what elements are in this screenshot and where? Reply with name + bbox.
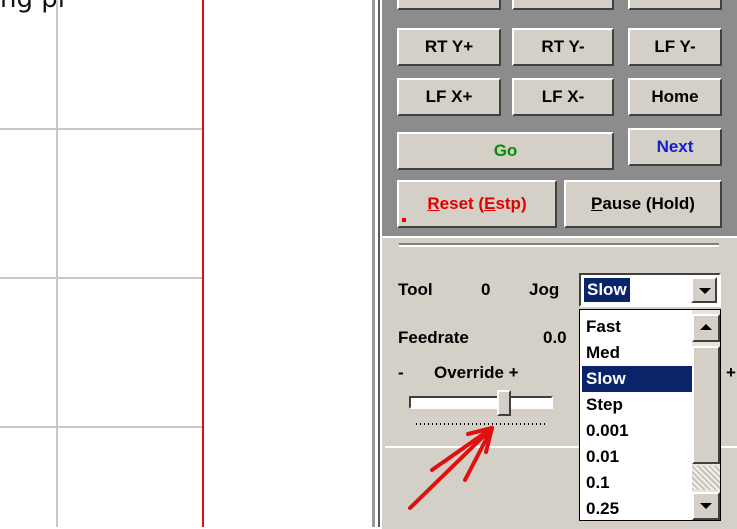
tool-number: 0: [481, 280, 491, 299]
cutoff-button-3[interactable]: [628, 0, 722, 10]
lf-y-minus-button[interactable]: LF Y-: [628, 28, 722, 66]
reset-indicator-dot: [402, 218, 406, 222]
pause-hold-button[interactable]: Pause (Hold): [564, 180, 722, 228]
go-button[interactable]: Go: [397, 132, 614, 170]
dropdown-option-selected[interactable]: Slow: [582, 366, 692, 392]
jog-speed-selected-value: Slow: [583, 277, 631, 303]
dropdown-option[interactable]: 0.001: [582, 418, 692, 444]
panel-divider: [399, 243, 719, 247]
scroll-down-button[interactable]: [692, 492, 720, 520]
tool-label: Tool: [398, 280, 433, 299]
grid-line-horizontal: [0, 277, 204, 279]
scrollbar-track[interactable]: [692, 466, 720, 490]
next-button[interactable]: Next: [628, 128, 722, 166]
scroll-down-icon: [700, 503, 712, 509]
jog-label: Jog: [529, 280, 560, 299]
override-plus-label: +: [726, 363, 736, 382]
grid-line-vertical: [56, 0, 58, 527]
cutoff-button-1[interactable]: [397, 0, 501, 10]
override-slider-track[interactable]: [409, 396, 553, 409]
override-minus-label: -: [398, 363, 404, 382]
panel-separator: [372, 0, 375, 527]
jog-speed-dropdown-list[interactable]: Fast Med Slow Step 0.001 0.01 0.1 0.25: [579, 309, 721, 521]
reset-estop-button[interactable]: Reset (Estp): [397, 180, 557, 228]
grid-line-horizontal: [0, 128, 204, 130]
dropdown-option[interactable]: 0.1: [582, 470, 692, 496]
override-label: Override +: [434, 363, 519, 382]
annotation-arrow-icon: [408, 426, 494, 510]
scroll-up-button[interactable]: [692, 314, 720, 342]
dropdown-option[interactable]: 0.25: [582, 496, 692, 522]
grid-line-horizontal: [0, 426, 204, 428]
feedrate-value: 0.0: [543, 328, 567, 347]
dropdown-option[interactable]: Fast: [582, 314, 692, 340]
dropdown-option[interactable]: Step: [582, 392, 692, 418]
dropdown-option[interactable]: Med: [582, 340, 692, 366]
cutoff-button-2[interactable]: [512, 0, 614, 10]
lf-x-minus-button[interactable]: LF X-: [512, 78, 614, 116]
scrollbar-thumb[interactable]: [692, 346, 720, 464]
combo-dropdown-button[interactable]: [691, 277, 717, 303]
dropdown-option[interactable]: 0.01: [582, 444, 692, 470]
feedrate-label: Feedrate: [398, 328, 469, 347]
scroll-up-icon: [700, 324, 712, 330]
chevron-down-icon: [699, 288, 711, 294]
lf-x-plus-button[interactable]: LF X+: [397, 78, 501, 116]
jog-speed-select[interactable]: Slow: [579, 273, 721, 307]
reset-button-label: Reset (Estp): [427, 194, 527, 213]
rt-y-plus-button[interactable]: RT Y+: [397, 28, 501, 66]
dropdown-scrollbar[interactable]: [692, 310, 720, 520]
red-boundary-line: [202, 0, 204, 527]
rt-y-minus-button[interactable]: RT Y-: [512, 28, 614, 66]
home-button[interactable]: Home: [628, 78, 722, 116]
